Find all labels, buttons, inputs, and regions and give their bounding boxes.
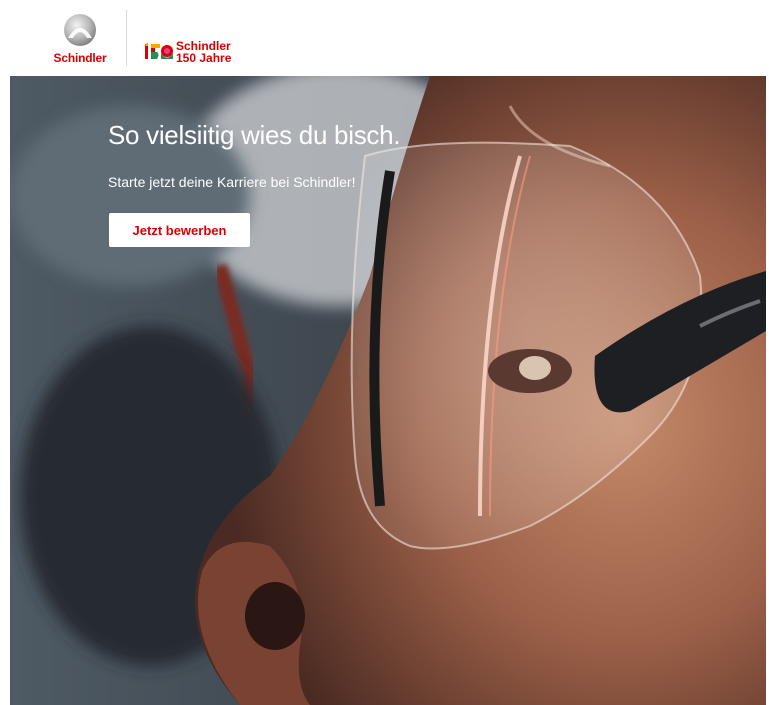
- logo-text: Schindler: [53, 51, 107, 65]
- page-frame: Schindler Schindler 150 Jahre So vielsii…: [10, 0, 766, 705]
- hero-title: So vielsiitig wies du bisch.: [108, 120, 401, 150]
- hero-subtitle: Starte jetzt deine Karriere bei Schindle…: [108, 174, 356, 190]
- anniversary-line2: 150 Jahre: [176, 51, 232, 65]
- site-header: Schindler Schindler 150 Jahre: [10, 0, 766, 76]
- hero-banner: So vielsiitig wies du bisch. Starte jetz…: [10, 76, 766, 705]
- header-divider: [126, 10, 127, 66]
- anniversary-150-icon: [144, 42, 173, 59]
- schindler-logo[interactable]: Schindler: [48, 12, 112, 68]
- anniversary-badge[interactable]: Schindler 150 Jahre: [144, 37, 264, 67]
- apply-now-button[interactable]: Jetzt bewerben: [109, 213, 250, 247]
- hero-image: [10, 76, 766, 705]
- schindler-logo-icon: [64, 14, 96, 46]
